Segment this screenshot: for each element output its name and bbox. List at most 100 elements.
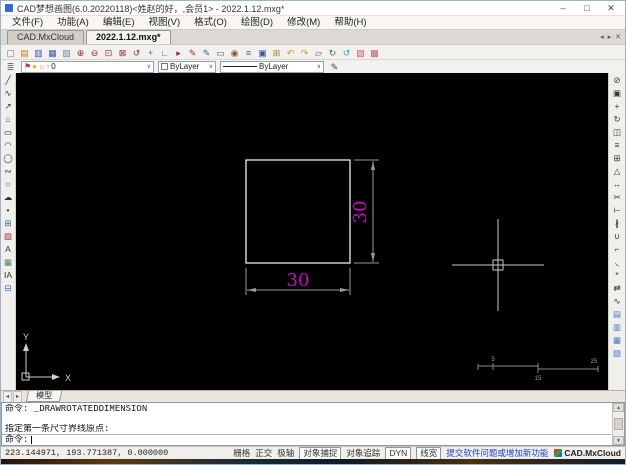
horizontal-dimension[interactable]: 30	[246, 268, 350, 295]
tab-prev-icon[interactable]: ◂	[600, 32, 604, 43]
square-entity[interactable]	[246, 160, 350, 263]
color-dropdown[interactable]: ByLayer ∨	[158, 61, 216, 73]
linetype-dropdown[interactable]: ByLayer ∨	[220, 61, 324, 73]
chevron-down-icon[interactable]: ∨	[209, 63, 213, 70]
menu-modify[interactable]: 修改(M)	[280, 16, 327, 29]
revcloud-icon[interactable]: ☁	[2, 191, 15, 203]
layer-manager-icon[interactable]: ≣	[4, 60, 17, 73]
draw-order-icon[interactable]: ≡	[242, 46, 255, 59]
command-prompt[interactable]: 命令:	[2, 434, 611, 445]
zoom-previous-icon[interactable]: ↺	[130, 46, 143, 59]
block-tool4-icon[interactable]: ▧	[611, 347, 624, 359]
spline-icon[interactable]: ∾	[2, 165, 15, 177]
mirror-icon[interactable]: ◫	[611, 126, 624, 138]
toggle-polar[interactable]: 极轴	[277, 448, 294, 459]
clip-icon[interactable]: ▱	[312, 46, 325, 59]
block-tool3-icon[interactable]: ▦	[611, 334, 624, 346]
join-icon[interactable]: ∪	[611, 230, 624, 242]
scroll-up-icon[interactable]: ▲	[613, 403, 624, 412]
chevron-down-icon[interactable]: ∨	[147, 63, 151, 70]
zoom-out-icon[interactable]: ⊖	[88, 46, 101, 59]
menu-format[interactable]: 格式(O)	[187, 16, 234, 29]
polygon-icon[interactable]: ⌂	[2, 113, 15, 125]
menu-help[interactable]: 帮助(H)	[327, 16, 373, 29]
model-tab[interactable]: 模型	[26, 391, 62, 402]
toggle-dyn[interactable]: DYN	[385, 447, 411, 460]
toggle-grid[interactable]: 栅格	[233, 448, 250, 459]
line-icon[interactable]: ╱	[2, 74, 15, 86]
tab-next-icon[interactable]: ▸	[608, 32, 612, 43]
menu-function[interactable]: 功能(A)	[50, 16, 96, 29]
ray-icon[interactable]: ↗	[2, 100, 15, 112]
tab-cad-mxcloud[interactable]: CAD.MxCloud	[7, 30, 84, 44]
copy-icon[interactable]: ▣	[611, 87, 624, 99]
zoom-window-icon[interactable]: ⊡	[102, 46, 115, 59]
chevron-down-icon[interactable]: ∨	[317, 63, 321, 70]
hatch-icon[interactable]: ▨	[2, 230, 15, 242]
quick-select-icon[interactable]: ▸	[172, 46, 185, 59]
layout-prev-icon[interactable]: ◂	[3, 391, 12, 403]
fillet-icon[interactable]: ◟	[611, 256, 624, 268]
feedback-link[interactable]: 提交软件问题或增加新功能	[446, 447, 548, 459]
lengthen-icon[interactable]: ⇄	[611, 282, 624, 294]
cloud-image-icon[interactable]: ▩	[368, 46, 381, 59]
rotate-icon[interactable]: ↻	[611, 113, 624, 125]
refresh-icon[interactable]: ↻	[326, 46, 339, 59]
image-ref-icon[interactable]: ▣	[256, 46, 269, 59]
cloud-doc-icon[interactable]: ▨	[354, 46, 367, 59]
rectangle-icon[interactable]: ▭	[2, 126, 15, 138]
menu-draw[interactable]: 绘图(D)	[234, 16, 280, 29]
menu-view[interactable]: 视图(V)	[141, 16, 187, 29]
minimize-button[interactable]: –	[551, 2, 575, 15]
layout-next-icon[interactable]: ▸	[13, 391, 22, 403]
menu-file[interactable]: 文件(F)	[5, 16, 50, 29]
text-icon[interactable]: A	[2, 243, 15, 255]
brush-icon[interactable]: ✎	[200, 46, 213, 59]
measure-icon[interactable]: ∟	[158, 46, 171, 59]
break-icon[interactable]: ∦	[611, 217, 624, 229]
vertical-dimension[interactable]: 30	[350, 160, 379, 263]
toggle-otrack[interactable]: 对象追踪	[346, 448, 380, 459]
scroll-down-icon[interactable]: ▼	[613, 436, 624, 445]
scale-icon[interactable]: △	[611, 165, 624, 177]
toggle-osnap[interactable]: 对象捕捉	[299, 447, 341, 460]
menu-edit[interactable]: 编辑(E)	[96, 16, 142, 29]
table-icon[interactable]: ⊞	[270, 46, 283, 59]
find-icon[interactable]: ◉	[228, 46, 241, 59]
table-cell-icon[interactable]: ⊟	[2, 282, 15, 294]
layer-dropdown[interactable]: ⚑●☼▫ 0 ∨	[21, 61, 154, 73]
stretch-icon[interactable]: ↔	[611, 178, 624, 190]
toggle-ortho[interactable]: 正交	[255, 448, 272, 459]
ellipse-icon[interactable]: ○	[2, 178, 15, 190]
command-window[interactable]: 命令: _DRAWROTATEDDIMENSION指定第一条尺寸界线原点:指定第…	[1, 402, 625, 446]
command-scrollbar[interactable]: ▲ ▼	[612, 403, 624, 445]
new-file-icon[interactable]: ▢	[4, 46, 17, 59]
point-icon[interactable]: •	[2, 204, 15, 216]
move-icon[interactable]: +	[611, 100, 624, 112]
pedit-icon[interactable]: ∿	[611, 295, 624, 307]
close-button[interactable]: ✕	[599, 2, 623, 15]
sync-icon[interactable]: ↺	[340, 46, 353, 59]
pen-icon[interactable]: ✎	[186, 46, 199, 59]
zoom-in-icon[interactable]: ⊕	[74, 46, 87, 59]
array-icon[interactable]: ⊞	[611, 152, 624, 164]
mtext-icon[interactable]: IA	[2, 269, 15, 281]
image-icon[interactable]: ▦	[2, 256, 15, 268]
circle-icon[interactable]: ◯	[2, 152, 15, 164]
scrollbar-thumb[interactable]	[614, 418, 623, 430]
drawing-canvas[interactable]: 30 30	[16, 73, 608, 390]
explode-icon[interactable]: *	[611, 269, 624, 281]
undo-icon[interactable]: ↶	[284, 46, 297, 59]
polyline-icon[interactable]: ∿	[2, 87, 15, 99]
tab-close-icon[interactable]: ✕	[615, 32, 621, 43]
arc-icon[interactable]: ◠	[2, 139, 15, 151]
chamfer-icon[interactable]: ⌐	[611, 243, 624, 255]
block-tool2-icon[interactable]: ▥	[611, 321, 624, 333]
erase-icon[interactable]: ⊘	[611, 74, 624, 86]
offset-icon[interactable]: ≡	[611, 139, 624, 151]
extend-icon[interactable]: ⊢	[611, 204, 624, 216]
trim-icon[interactable]: ✂	[611, 191, 624, 203]
layout-icon[interactable]: ▭	[214, 46, 227, 59]
redo-icon[interactable]: ↷	[298, 46, 311, 59]
pan-icon[interactable]: +	[144, 46, 157, 59]
